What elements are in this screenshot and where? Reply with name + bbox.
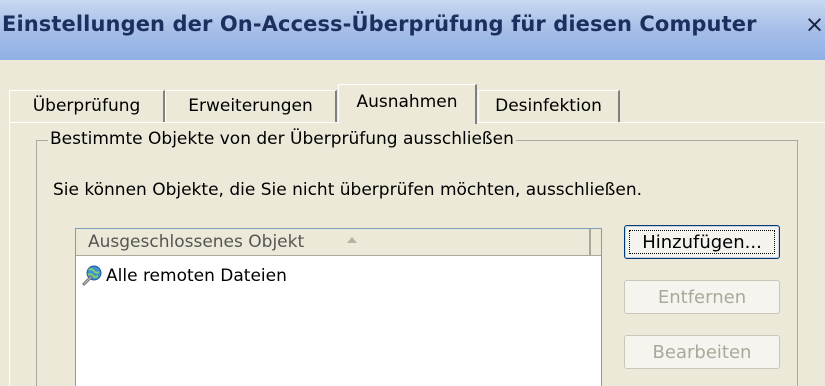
- window-title: Einstellungen der On-Access-Überprüfung …: [2, 12, 757, 36]
- list-item-label: Alle remoten Dateien: [106, 266, 287, 286]
- add-button[interactable]: Hinzufügen...: [624, 225, 780, 259]
- list-header: Ausgeschlossenes Objekt: [76, 229, 601, 256]
- title-bar[interactable]: Einstellungen der On-Access-Überprüfung …: [0, 0, 825, 60]
- excluded-objects-list[interactable]: Ausgeschlossenes Objekt Alle remoten Dat…: [75, 228, 602, 386]
- network-files-icon: [82, 264, 104, 286]
- tab-erweiterungen[interactable]: Erweiterungen: [165, 90, 337, 122]
- edit-button[interactable]: Bearbeiten: [624, 335, 780, 369]
- add-button-label: Hinzufügen...: [642, 232, 762, 253]
- close-button[interactable]: ×: [804, 10, 825, 40]
- exclusions-description: Sie können Objekte, die Sie nicht überpr…: [53, 180, 643, 200]
- sort-ascending-icon: [347, 237, 357, 243]
- column-header-excluded-object[interactable]: Ausgeschlossenes Objekt: [76, 229, 591, 255]
- groupbox-label: Bestimmte Objekte von der Überprüfung au…: [48, 127, 516, 151]
- edit-button-label: Bearbeiten: [652, 342, 752, 363]
- tab-desinfektion[interactable]: Desinfektion: [478, 90, 620, 122]
- remove-button[interactable]: Entfernen: [624, 280, 780, 314]
- tab-ueberpruefung[interactable]: Überprüfung: [9, 90, 165, 122]
- list-item[interactable]: Alle remoten Dateien: [80, 263, 590, 289]
- tab-ausnahmen[interactable]: Ausnahmen: [338, 84, 477, 124]
- column-header-label: Ausgeschlossenes Objekt: [88, 232, 305, 252]
- remove-button-label: Entfernen: [657, 287, 747, 308]
